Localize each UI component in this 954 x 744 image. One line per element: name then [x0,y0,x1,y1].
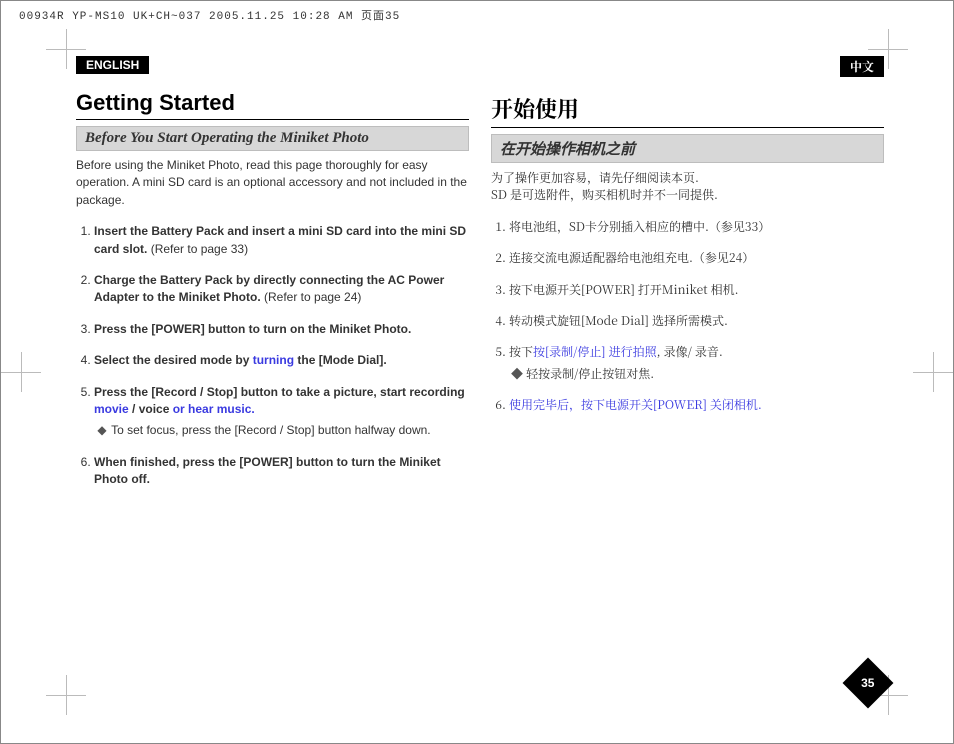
language-tab-english: ENGLISH [76,56,149,74]
steps-list: 将电池组，SD卡分别插入相应的槽中.（参见33） 连接交流电源适配器给电池组充电… [491,218,884,414]
list-item: Insert the Battery Pack and insert a min… [94,223,469,258]
section-subhead: Before You Start Operating the Miniket P… [76,126,469,151]
list-item: Press the [Record / Stop] button to take… [94,384,469,440]
list-item: 使用完毕后，按下电源开关[POWER] 关闭相机. [509,396,884,413]
page-number: 35 [861,676,874,690]
intro-text: Before using the Miniket Photo, read thi… [76,157,469,209]
page-title: 开始使用 [491,79,884,128]
scan-header-text: 00934R YP-MS10 UK+CH~037 2005.11.25 10:2… [19,7,400,23]
list-item: 连接交流电源适配器给电池组充电.（参见24） [509,249,884,266]
diamond-bullet-icon: ◆ [511,365,523,382]
section-subhead: 在开始操作相机之前 [491,134,884,163]
list-item: Charge the Battery Pack by directly conn… [94,272,469,307]
page-title: Getting Started [76,76,469,120]
list-item: 按下电源开关[POWER] 打开Miniket 相机. [509,281,884,298]
list-item: 按下按[录制/停止] 进行拍照, 录像/ 录音. ◆ 轻按录制/停止按钮对焦. [509,343,884,382]
diamond-bullet-icon: ◆ [96,422,108,439]
list-item: 转动模式旋钮[Mode Dial] 选择所需模式. [509,312,884,329]
column-chinese: 中文 开始使用 在开始操作相机之前 为了操作更加容易，请先仔细阅读本页. SD … [491,56,884,502]
list-item: 将电池组，SD卡分别插入相应的槽中.（参见33） [509,218,884,235]
list-item: Press the [POWER] button to turn on the … [94,321,469,338]
column-english: ENGLISH Getting Started Before You Start… [76,56,469,502]
crop-mark-icon [913,352,953,392]
steps-list: Insert the Battery Pack and insert a min… [76,223,469,488]
manual-page: ENGLISH Getting Started Before You Start… [76,56,884,701]
intro-text: 为了操作更加容易，请先仔细阅读本页. SD 是可选附件，购买相机时并不一同提供. [491,169,884,204]
list-item: Select the desired mode by turning the [… [94,352,469,369]
list-item: When finished, press the [POWER] button … [94,454,469,489]
crop-mark-icon [1,352,41,392]
language-tab-chinese: 中文 [840,56,884,77]
